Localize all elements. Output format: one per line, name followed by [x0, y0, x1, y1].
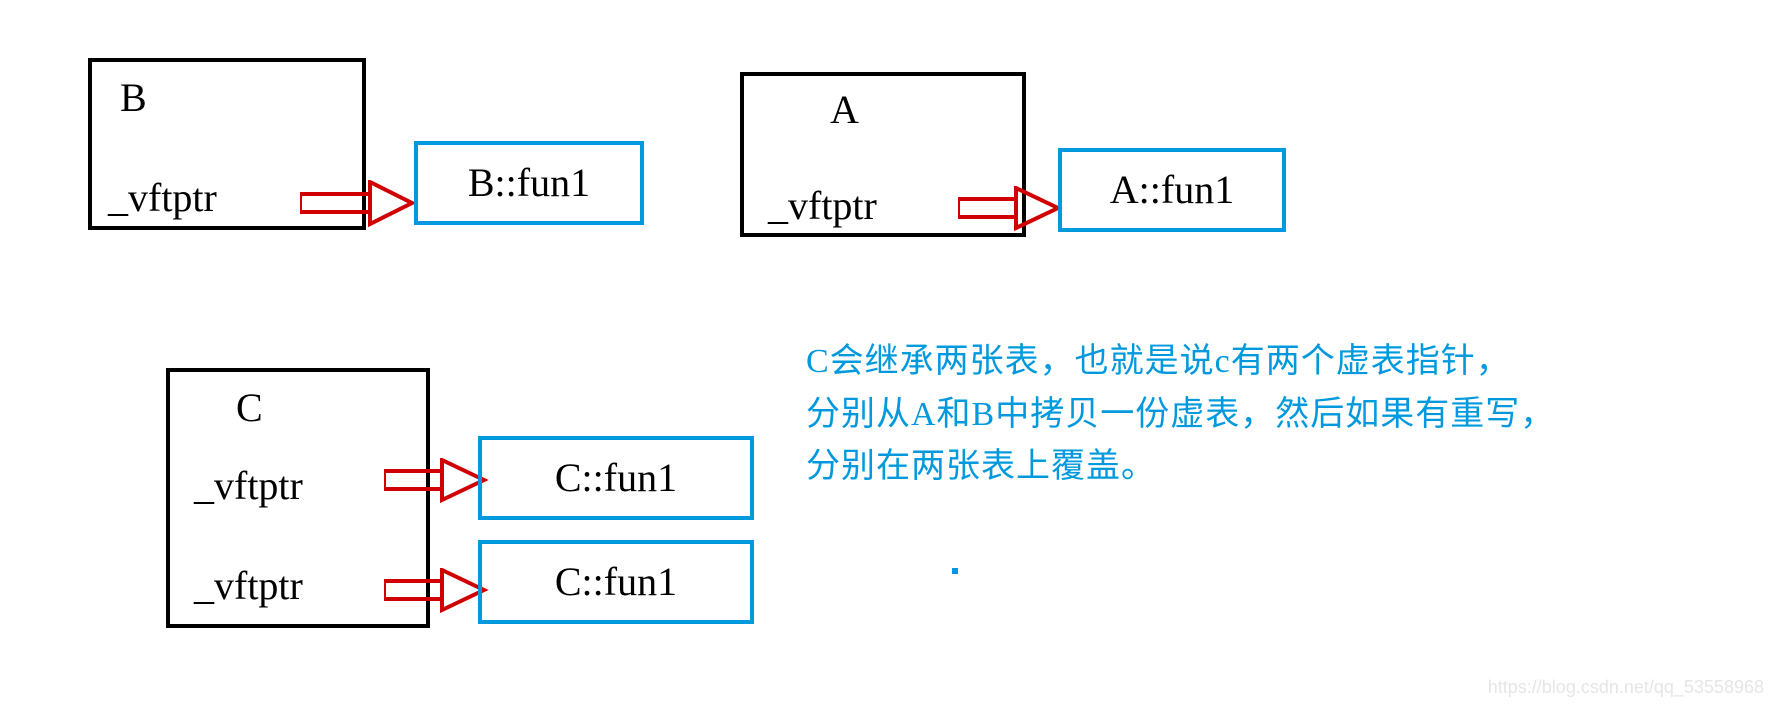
- vtable-a-box: A::fun1: [1058, 148, 1286, 232]
- watermark-text: https://blog.csdn.net/qq_53558968: [1488, 677, 1764, 698]
- vtable-b-entry: B::fun1: [468, 163, 590, 203]
- class-a-vftptr: _vftptr: [768, 186, 877, 226]
- explanation-line-3: 分别在两张表上覆盖。: [806, 441, 1555, 494]
- class-c-vftptr-1: _vftptr: [194, 466, 303, 506]
- explanation-line-2: 分别从A和B中拷贝一份虚表，然后如果有重写，: [806, 389, 1555, 442]
- vtable-c1-entry: C::fun1: [555, 458, 677, 498]
- class-c-vftptr-2: _vftptr: [194, 566, 303, 606]
- class-c-title: C: [236, 388, 263, 428]
- class-b-vftptr: _vftptr: [108, 178, 217, 218]
- arrow-a-icon: [958, 186, 1068, 234]
- vtable-c1-box: C::fun1: [478, 436, 754, 520]
- explanation-text: C会继承两张表，也就是说c有两个虚表指针， 分别从A和B中拷贝一份虚表，然后如果…: [806, 336, 1555, 494]
- class-a-title: A: [830, 90, 859, 130]
- explanation-line-1: C会继承两张表，也就是说c有两个虚表指针，: [806, 336, 1555, 389]
- vtable-c2-box: C::fun1: [478, 540, 754, 624]
- vtable-c2-entry: C::fun1: [555, 562, 677, 602]
- vtable-b-box: B::fun1: [414, 141, 644, 225]
- arrow-b-icon: [300, 180, 420, 230]
- vtable-a-entry: A::fun1: [1110, 170, 1234, 210]
- class-b-title: B: [120, 78, 147, 118]
- dot-icon: [952, 568, 958, 574]
